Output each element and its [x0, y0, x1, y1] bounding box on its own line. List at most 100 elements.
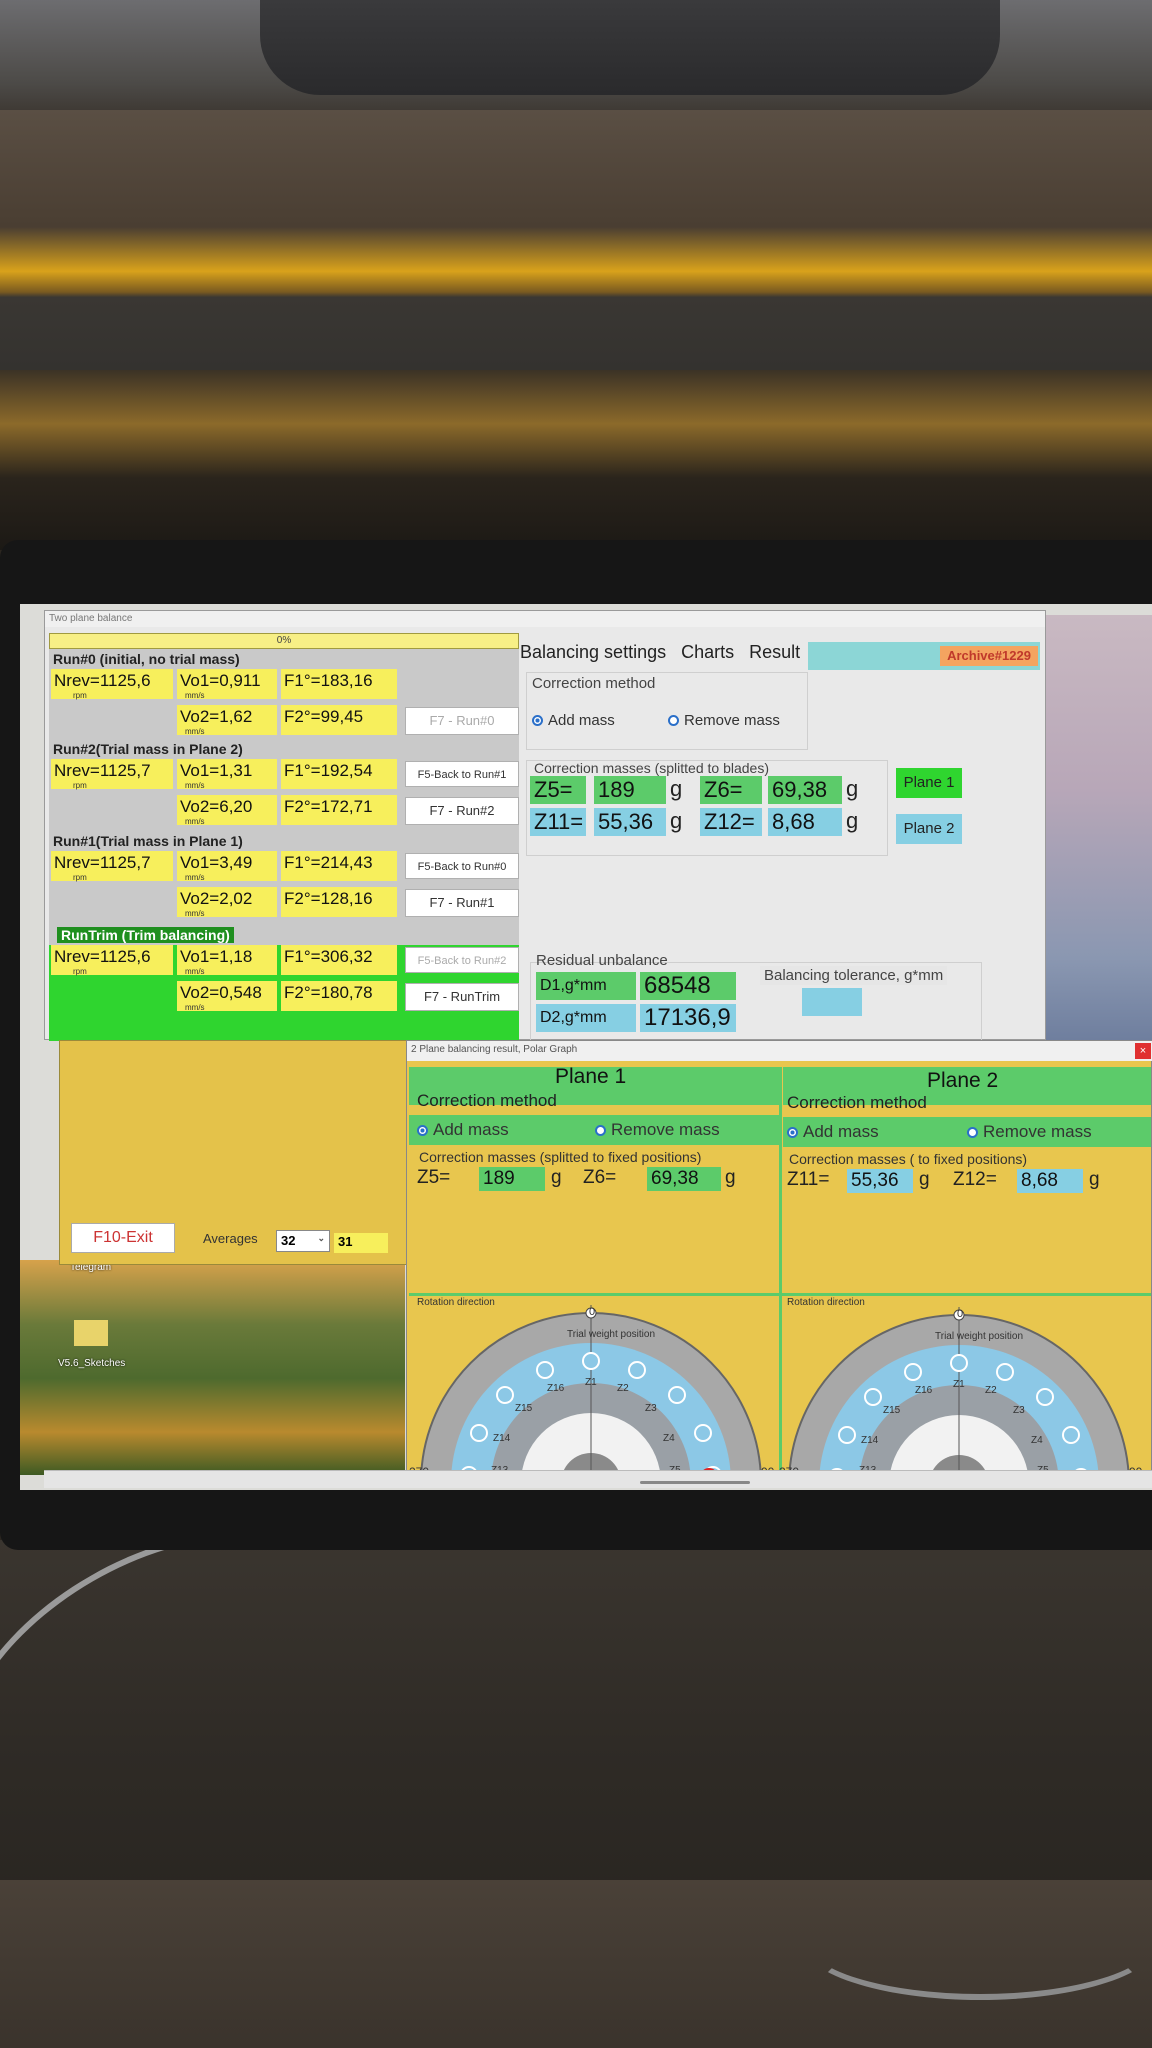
exit-button[interactable]: F10-Exit	[71, 1223, 175, 1253]
polar-graphs	[420, 1305, 1130, 1481]
run2-run-button[interactable]: F7 - Run#2	[405, 797, 519, 825]
plane1-z15: Z15	[515, 1403, 533, 1414]
runs-panel: Run#0 (initial, no trial mass) Nrev=1125…	[49, 649, 519, 1041]
plane1-z4: Z4	[663, 1433, 675, 1444]
plane1-za-value: 189	[479, 1167, 545, 1191]
plane1-masses-label: Correction masses (splitted to fixed pos…	[419, 1149, 702, 1165]
run1-f1: F1°=214,43	[281, 851, 397, 881]
run1-nrev: Nrev=1125,7 rpm	[51, 851, 173, 882]
plane2-za-label: Z11=	[787, 1169, 830, 1190]
plane1-zb-label: Z6=	[583, 1167, 617, 1188]
z12-value: 8,68	[768, 808, 842, 836]
plane1-zb-value: 69,38	[647, 1167, 721, 1191]
plane2-masses-label: Correction masses ( to fixed positions)	[789, 1151, 1028, 1167]
plane1-button[interactable]: Plane 1	[896, 768, 962, 798]
plane1-hole	[668, 1386, 686, 1404]
run0-header: Run#0 (initial, no trial mass)	[53, 651, 240, 667]
d1-label: D1,g*mm	[536, 972, 636, 1000]
plane2-hole	[950, 1354, 968, 1372]
run1-run-button[interactable]: F7 - Run#1	[405, 889, 519, 917]
plane2-hole	[1062, 1426, 1080, 1444]
plane1-title: Plane 1	[555, 1065, 627, 1088]
plane1-hole	[470, 1424, 488, 1442]
tabs: Balancing settings Charts Result	[520, 642, 810, 663]
archive-badge: Archive#1229	[940, 646, 1038, 666]
plane1-hole	[582, 1352, 600, 1370]
close-icon[interactable]: ×	[1135, 1043, 1151, 1059]
wallpaper-sky	[1030, 615, 1152, 1045]
tolerance-label: Balancing tolerance, g*mm	[760, 966, 948, 985]
background-cable-2	[800, 1880, 1152, 2000]
correction-method-label: Correction method	[532, 675, 656, 692]
averages-select[interactable]: 32 ⌄	[276, 1230, 330, 1252]
z6-value: 69,38	[768, 776, 842, 804]
plane2-remove-radio[interactable]: Remove mass	[967, 1122, 1092, 1142]
tab-charts[interactable]: Charts	[681, 642, 734, 663]
plane2-za-unit: g	[919, 1169, 930, 1190]
z5-label: Z5=	[530, 776, 586, 804]
plane2-zb-value: 8,68	[1017, 1169, 1083, 1193]
plane2-z14: Z14	[861, 1435, 879, 1446]
runtrim-vo2: Vo2=0,548 mm/s	[177, 981, 277, 1012]
polar-window-title: 2 Plane balancing result, Polar Graph	[407, 1041, 1152, 1061]
run1-back-button[interactable]: F5-Back to Run#0	[405, 853, 519, 879]
plane2-hole	[996, 1363, 1014, 1381]
run2-back-button[interactable]: F5-Back to Run#1	[405, 761, 519, 787]
plane2-method-label: Correction method	[787, 1093, 927, 1112]
plane2-button[interactable]: Plane 2	[896, 814, 962, 844]
tab-balancing-settings[interactable]: Balancing settings	[520, 642, 666, 663]
run1-vo2: Vo2=2,02 mm/s	[177, 887, 277, 918]
plane1-add-radio[interactable]: Add mass	[417, 1120, 509, 1140]
runtrim-back-button[interactable]: F5-Back to Run#2	[405, 947, 519, 973]
plane2-z4: Z4	[1031, 1435, 1043, 1446]
run2-f1: F1°=192,54	[281, 759, 397, 789]
plane2-hole	[864, 1388, 882, 1406]
run2-nrev: Nrev=1125,7 rpm	[51, 759, 173, 790]
add-mass-radio[interactable]: Add mass	[532, 712, 615, 729]
correction-masses-label: Correction masses (splitted to blades)	[534, 760, 769, 776]
plane2-add-radio[interactable]: Add mass	[787, 1122, 879, 1142]
runtrim-f1: F1°=306,32	[281, 945, 397, 975]
window-title: Two plane balance	[45, 611, 1045, 627]
radio-off-icon	[595, 1125, 606, 1136]
plane1-trial-label: Trial weight position	[567, 1329, 656, 1340]
plane1-zero-label: 0	[589, 1306, 596, 1318]
plane2-trial-label: Trial weight position	[935, 1331, 1024, 1342]
z6-unit: g	[846, 776, 859, 801]
remove-mass-radio[interactable]: Remove mass	[668, 712, 780, 729]
runtrim-vo1: Vo1=1,18 mm/s	[177, 945, 277, 976]
desktop-icon-sketches-label[interactable]: V5.6_Sketches	[58, 1358, 125, 1369]
run1-f2: F2°=128,16	[281, 887, 397, 917]
background-beam	[0, 110, 1152, 370]
z11-unit: g	[670, 808, 683, 833]
tolerance-input[interactable]	[802, 988, 862, 1016]
residual-label: Residual unbalance	[536, 952, 668, 969]
plane2-z1: Z1	[953, 1379, 965, 1390]
plane1-hole	[694, 1424, 712, 1442]
radio-off-icon	[668, 715, 679, 726]
plane1-z16: Z16	[547, 1383, 565, 1394]
run1-vo1: Vo1=3,49 mm/s	[177, 851, 277, 882]
folder-icon[interactable]	[74, 1320, 108, 1346]
plane2-z15: Z15	[883, 1405, 901, 1416]
runtrim-run-button[interactable]: F7 - RunTrim	[405, 983, 519, 1011]
plane1-remove-radio[interactable]: Remove mass	[595, 1120, 720, 1140]
plane2-zero-label: 0	[957, 1308, 964, 1320]
plane2-zb-unit: g	[1089, 1169, 1100, 1190]
d2-label: D2,g*mm	[536, 1004, 636, 1032]
plane2-title: Plane 2	[927, 1069, 999, 1092]
plane1-z14: Z14	[493, 1433, 511, 1444]
tab-result[interactable]: Result	[749, 642, 800, 663]
d1-value: 68548	[640, 972, 736, 1000]
run0-nrev: Nrev=1125,6 rpm	[51, 669, 173, 700]
z12-unit: g	[846, 808, 859, 833]
run0-vo2: Vo2=1,62 mm/s	[177, 705, 277, 736]
plane2-z3: Z3	[1013, 1405, 1025, 1416]
plane1-z1: Z1	[585, 1377, 597, 1388]
taskbar-handle[interactable]	[640, 1481, 750, 1484]
plane1-hole	[496, 1386, 514, 1404]
run0-run-button[interactable]: F7 - Run#0	[405, 707, 519, 735]
background-rust	[0, 370, 1152, 550]
plane2-z16: Z16	[915, 1385, 933, 1396]
progress-bar: 0%	[49, 633, 519, 649]
